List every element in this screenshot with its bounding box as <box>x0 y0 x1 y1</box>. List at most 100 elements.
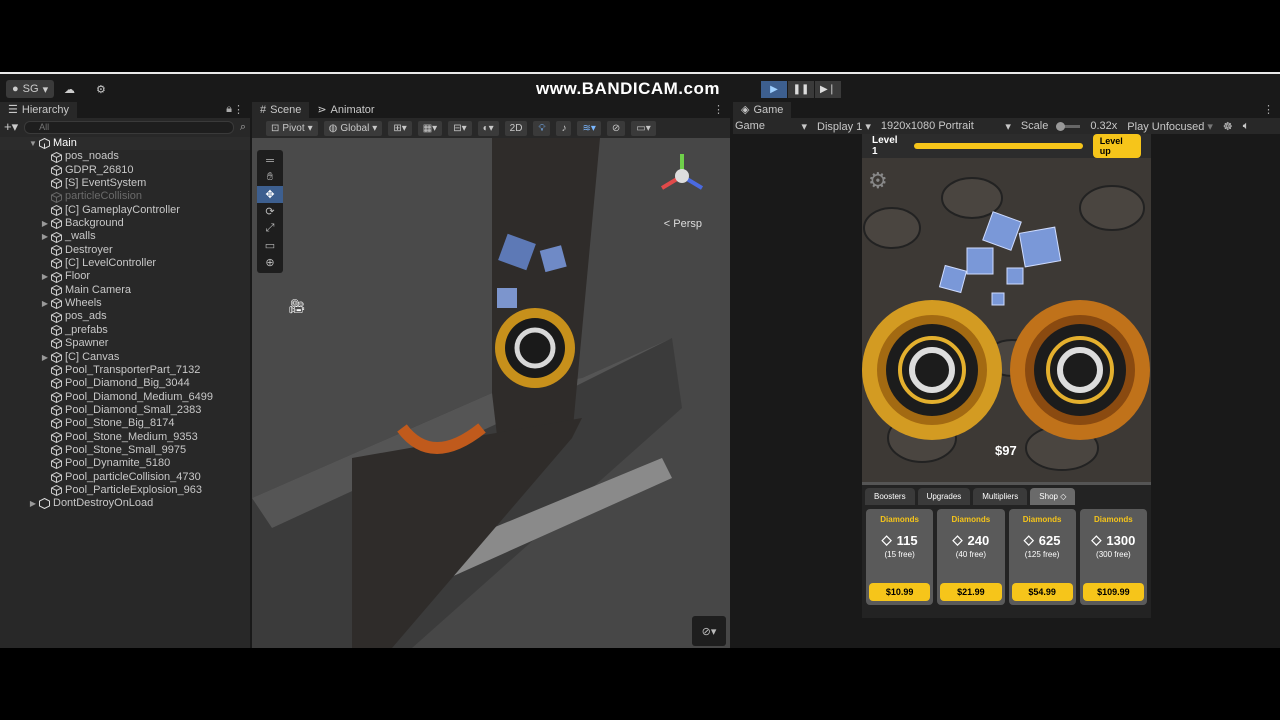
hierarchy-item[interactable]: Pool_Diamond_Small_2383 <box>0 404 250 417</box>
buy-button[interactable]: $54.99 <box>1011 583 1073 601</box>
hierarchy-item[interactable]: Pool_Stone_Big_8174 <box>0 417 250 430</box>
stats-icon[interactable]: ☸ <box>1223 120 1233 133</box>
hierarchy-item[interactable]: Spawner <box>0 337 250 350</box>
expand-arrow-icon[interactable]: ▶ <box>40 351 50 364</box>
shop-card: Diamonds ◇ 1300 (300 free) $109.99 <box>1079 509 1147 605</box>
hierarchy-item[interactable]: [C] LevelController <box>0 257 250 270</box>
hierarchy-search-input[interactable] <box>24 120 234 134</box>
tab-animator-label: Animator <box>330 104 375 116</box>
expand-arrow-icon[interactable]: ▶ <box>40 297 50 310</box>
hierarchy-item[interactable]: Pool_Diamond_Medium_6499 <box>0 391 250 404</box>
shop-tab[interactable]: Shop ◇ <box>1030 488 1076 505</box>
hierarchy-item[interactable]: particleCollision <box>0 190 250 203</box>
hierarchy-item[interactable]: Pool_Diamond_Big_3044 <box>0 377 250 390</box>
hierarchy-items: pos_noads GDPR_26810 [S] EventSystem partic… <box>0 150 250 497</box>
settings-gear-icon[interactable]: ⚙ <box>868 168 888 194</box>
cloud-icon[interactable]: ☁ <box>64 80 75 98</box>
scene-viewport[interactable]: ═ ✋︎ ✥ ⟳ ⤢ ▭ ⊕ 🎥︎ < Persp ⊘▾ <box>252 138 730 648</box>
hierarchy-item[interactable]: GDPR_26810 <box>0 164 250 177</box>
hierarchy-item[interactable]: Pool_TransporterPart_7132 <box>0 364 250 377</box>
collapse-icon[interactable]: ▶ <box>28 497 38 510</box>
scale-slider[interactable] <box>1056 121 1081 131</box>
hierarchy-item[interactable]: ▶ Background <box>0 217 250 230</box>
hierarchy-item[interactable]: Pool_Stone_Medium_9353 <box>0 431 250 444</box>
move-tool-icon[interactable]: ✥ <box>257 186 283 203</box>
hierarchy-item[interactable]: Pool_ParticleExplosion_963 <box>0 484 250 497</box>
tab-game[interactable]: ◈ Game <box>733 102 792 118</box>
view-dropdown[interactable]: Game ▾ <box>735 120 807 133</box>
grid-snap-button[interactable]: ⊞▾ <box>388 120 412 136</box>
tab-hierarchy[interactable]: ☰ Hierarchy <box>0 102 77 118</box>
buy-button[interactable]: $10.99 <box>869 583 931 601</box>
expand-arrow-icon[interactable]: ▶ <box>40 270 50 283</box>
hierarchy-item[interactable]: [S] EventSystem <box>0 177 250 190</box>
more-icon[interactable]: ⋮ <box>233 103 244 116</box>
overlay-menu-button[interactable]: ⊘▾ <box>692 616 726 646</box>
display-dropdown[interactable]: Display 1 ▾ <box>817 120 871 133</box>
level-up-button[interactable]: Level up <box>1092 134 1141 158</box>
scale-tool-icon[interactable]: ⤢ <box>257 220 283 237</box>
resolution-dropdown[interactable]: 1920x1080 Portrait ▾ <box>881 120 1011 133</box>
toggle-2d-button[interactable]: 2D <box>504 120 528 136</box>
collab-icon[interactable]: ⚙ <box>96 80 106 98</box>
lighting-toggle[interactable]: 💡︎ <box>533 120 551 136</box>
increment-snap-button[interactable]: ⊟▾ <box>448 120 472 136</box>
hierarchy-item[interactable]: Pool_Stone_Small_9975 <box>0 444 250 457</box>
hierarchy-item[interactable]: Main Camera <box>0 284 250 297</box>
display-label: Display 1 <box>817 120 863 133</box>
projection-label[interactable]: < Persp <box>664 218 702 230</box>
account-dropdown[interactable]: ● SG ▾ <box>6 80 55 98</box>
shading-mode-button[interactable]: ◐▾ <box>477 120 499 136</box>
buy-button[interactable]: $109.99 <box>1082 583 1144 601</box>
hierarchy-item[interactable]: Pool_particleCollision_4730 <box>0 471 250 484</box>
effects-toggle[interactable]: ≋▾ <box>577 120 601 136</box>
mute-audio-icon[interactable]: 🔈︎ <box>1243 120 1250 133</box>
search-filter-icon[interactable]: ⌕ <box>240 121 246 134</box>
camera-settings-button[interactable]: ▭▾ <box>631 120 656 136</box>
transform-tool-icon[interactable]: ⊕ <box>257 254 283 271</box>
pause-button[interactable]: ❚❚ <box>788 81 814 98</box>
scene-dont-destroy[interactable]: ▶ DontDestroyOnLoad <box>0 497 250 510</box>
expand-arrow-icon[interactable]: ▶ <box>40 217 50 230</box>
hierarchy-item[interactable]: ▶ _walls <box>0 230 250 243</box>
hierarchy-item[interactable]: [C] GameplayController <box>0 204 250 217</box>
hidden-objects-toggle[interactable]: ⊘ <box>606 120 626 136</box>
rotate-tool-icon[interactable]: ⟳ <box>257 203 283 220</box>
add-icon[interactable]: +▾ <box>4 119 18 135</box>
grid-toggle-button[interactable]: ▦▾ <box>417 120 443 136</box>
rect-tool-icon[interactable]: ▭ <box>257 237 283 254</box>
camera-gizmo-icon[interactable]: 🎥︎ <box>288 298 306 315</box>
shop-tab[interactable]: Multipliers <box>973 488 1028 505</box>
scene-root-main[interactable]: ▼ Main <box>0 137 250 151</box>
hierarchy-item[interactable]: _prefabs <box>0 324 250 337</box>
expand-icon[interactable]: ▼ <box>28 137 38 150</box>
tab-animator[interactable]: ⋗ Animator <box>309 102 382 118</box>
projection-text: Persp <box>673 218 702 230</box>
global-dropdown[interactable]: ◍ Global ▾ <box>323 120 383 136</box>
shop-tab[interactable]: Boosters <box>865 488 915 505</box>
hierarchy-item[interactable]: ▶ Wheels <box>0 297 250 310</box>
hierarchy-item[interactable]: Pool_Dynamite_5180 <box>0 457 250 470</box>
hierarchy-item[interactable]: pos_ads <box>0 310 250 323</box>
pivot-dropdown[interactable]: ⊡ Pivot ▾ <box>266 120 318 136</box>
lock-icon[interactable]: 🔒︎ <box>226 103 232 116</box>
shop-tab[interactable]: Upgrades <box>917 488 971 505</box>
more-icon[interactable]: ⋮ <box>1263 103 1274 116</box>
tab-scene[interactable]: # Scene <box>252 102 310 118</box>
step-button[interactable]: ▶❘ <box>815 81 841 98</box>
buy-button[interactable]: $21.99 <box>940 583 1002 601</box>
audio-toggle[interactable]: ♪ <box>556 120 572 136</box>
hierarchy-item[interactable]: ▶ [C] Canvas <box>0 351 250 364</box>
play-button[interactable]: ▶ <box>761 81 787 98</box>
hierarchy-item[interactable]: Destroyer <box>0 244 250 257</box>
orientation-gizmo[interactable] <box>652 146 712 206</box>
more-icon[interactable]: ⋮ <box>713 103 724 116</box>
hierarchy-item[interactable]: pos_noads <box>0 150 250 163</box>
expand-arrow-icon[interactable]: ▶ <box>40 230 50 243</box>
hierarchy-item[interactable]: ▶ Floor <box>0 270 250 283</box>
slider-thumb[interactable] <box>1056 121 1066 131</box>
tab-hierarchy-label: Hierarchy <box>21 104 69 116</box>
drag-handle-icon[interactable]: ═ <box>257 152 283 169</box>
play-mode-dropdown[interactable]: Play Unfocused ▾ <box>1127 120 1213 133</box>
hand-tool-icon[interactable]: ✋︎ <box>257 169 283 186</box>
